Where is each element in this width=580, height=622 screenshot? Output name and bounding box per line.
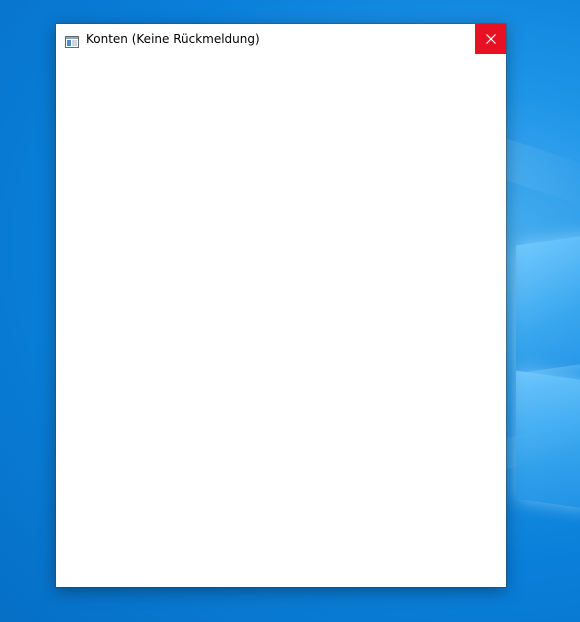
window-title: Konten (Keine Rückmeldung) [86, 32, 260, 46]
close-icon [485, 34, 496, 44]
app-window[interactable]: Konten (Keine Rückmeldung) [56, 24, 506, 587]
windows-logo [512, 234, 580, 514]
windows-logo-pane-bottom [516, 370, 580, 510]
app-window-icon[interactable] [65, 33, 79, 48]
windows-logo-pane-top [516, 234, 580, 374]
close-button[interactable] [475, 24, 506, 54]
window-client-area [56, 54, 506, 587]
title-bar[interactable]: Konten (Keine Rückmeldung) [56, 24, 506, 54]
